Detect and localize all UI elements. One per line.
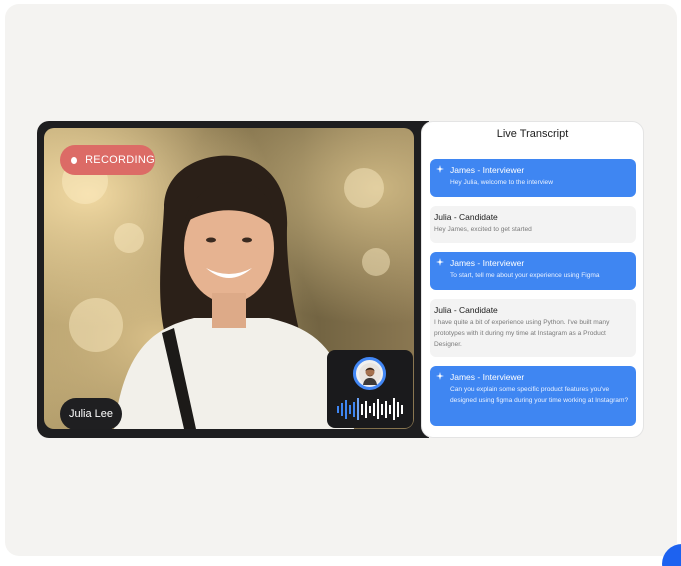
transcript-message[interactable]: Julia - Candidate I have quite a bit of … <box>430 299 636 357</box>
video-frame: RECORDING Julia Lee <box>37 121 429 438</box>
message-text: To start, tell me about your experience … <box>450 272 600 279</box>
message-text: Hey Julia, welcome to the interview <box>450 179 553 186</box>
transcript-message[interactable]: James - Interviewer Hey Julia, welcome t… <box>430 159 636 197</box>
participant-name: Julia Lee <box>68 408 114 420</box>
message-speaker: James - Interviewer <box>450 258 525 268</box>
sparkle-icon <box>436 258 444 266</box>
avatar <box>353 357 386 390</box>
interviewer-face-icon <box>358 362 381 385</box>
sparkle-icon <box>436 372 444 380</box>
message-text: I have quite a bit of experience using P… <box>434 319 610 348</box>
sparkle-icon <box>436 165 444 173</box>
message-speaker: James - Interviewer <box>450 165 525 175</box>
message-text: Hey James, excited to get started <box>434 226 532 233</box>
recording-dot-icon <box>71 156 78 164</box>
transcript-title: Live Transcript <box>496 128 569 140</box>
recording-badge[interactable]: RECORDING <box>60 145 155 175</box>
message-speaker: Julia - Candidate <box>434 305 498 315</box>
live-transcript-panel: Live Transcript James - Interviewer Hey … <box>421 121 644 438</box>
interviewer-video-tile[interactable] <box>327 350 413 428</box>
message-speaker: Julia - Candidate <box>434 212 498 222</box>
transcript-message[interactable]: Julia - Candidate Hey James, excited to … <box>430 206 636 243</box>
recording-label: RECORDING <box>85 154 155 166</box>
message-speaker: James - Interviewer <box>450 372 525 382</box>
message-text: Can you explain some specific product fe… <box>450 386 629 404</box>
participant-name-tag: Julia Lee <box>60 398 122 429</box>
transcript-message[interactable]: James - Interviewer Can you explain some… <box>430 366 636 426</box>
audio-waveform-icon <box>337 398 403 420</box>
candidate-video[interactable]: RECORDING Julia Lee <box>44 128 414 429</box>
transcript-message[interactable]: James - Interviewer To start, tell me ab… <box>430 252 636 290</box>
interview-app: RECORDING Julia Lee Live Transcript Jame… <box>37 121 644 438</box>
